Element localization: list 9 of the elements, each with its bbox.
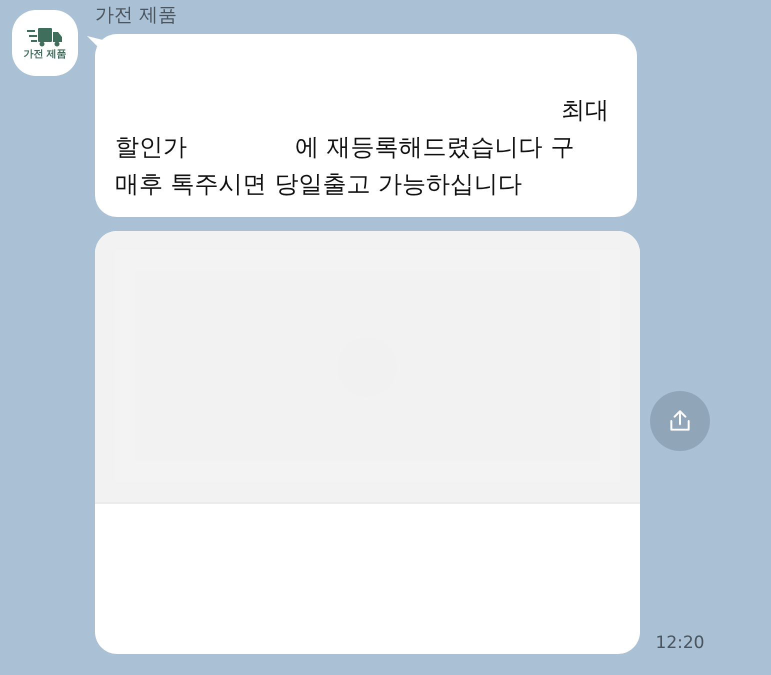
sender-name: 가전 제품	[95, 6, 178, 25]
message-text: 할인가	[115, 132, 187, 163]
avatar-label: 가전 제품	[23, 50, 67, 60]
avatar[interactable]: 가전 제품	[12, 10, 78, 76]
truck-icon	[27, 26, 63, 46]
message-text: 에 재등록해드렸습니다 구	[295, 132, 574, 163]
message-time: 12:20	[656, 635, 704, 652]
message-text: 최대	[561, 95, 609, 126]
message-text: 매후 톡주시면 당일출고 가능하십니다	[115, 169, 522, 200]
